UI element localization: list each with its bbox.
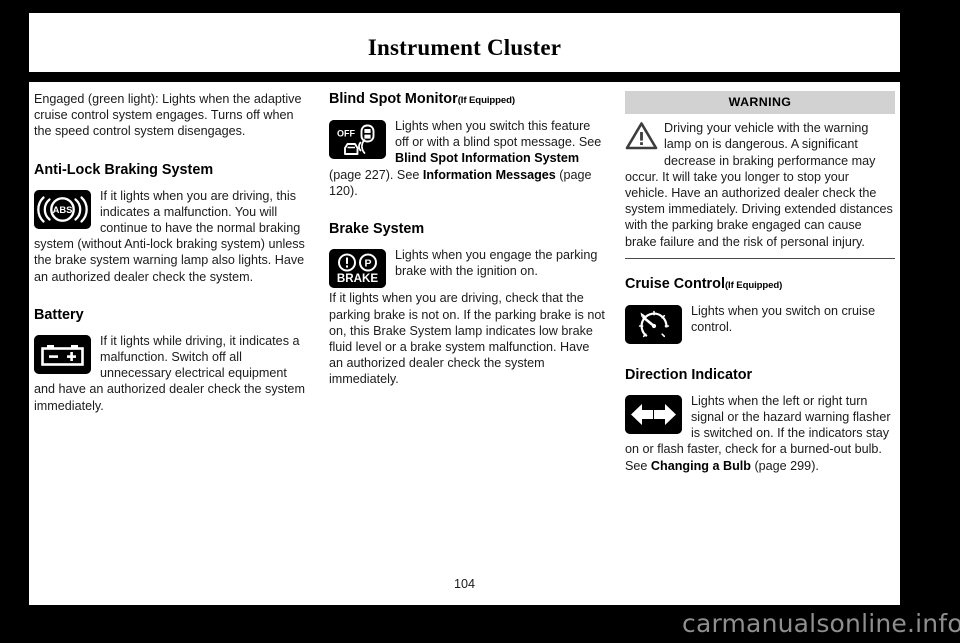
- page-number: 104: [453, 577, 475, 591]
- brake-system-warning-lamp-icon-svg: P BRAKE: [329, 249, 386, 289]
- warning-triangle-icon-svg: [625, 122, 658, 150]
- blind-spot-monitor-off-lamp-icon: OFF: [329, 120, 386, 159]
- heading-brake-system: Brake System: [329, 221, 425, 238]
- svg-text:OFF: OFF: [337, 129, 355, 139]
- direction-see-page: (page 299).: [750, 458, 819, 473]
- blind-spot-if-equipped-note: (If Equipped): [457, 95, 516, 106]
- blind-spot-text-1: Lights when you switch this feature off …: [395, 119, 591, 150]
- middle-column: Blind Spot Monitor(If Equipped) OFF Ligh…: [329, 91, 606, 388]
- heading-anti-lock-braking-system: Anti-Lock Braking System: [34, 161, 214, 178]
- right-column: WARNING Driving your vehicle with the wa…: [625, 91, 895, 474]
- direction-indicator-double-arrow-icon-svg: [625, 394, 682, 434]
- changing-a-bulb-link[interactable]: Changing a Bulb: [651, 459, 751, 473]
- header-divider-bar: [29, 72, 900, 82]
- adaptive-cruise-intro-text: Engaged (green light): Lights when the a…: [34, 92, 302, 139]
- battery-warning-lamp-icon: [34, 334, 91, 374]
- heading-blind-spot-monitor-label: Blind Spot Monitor: [329, 91, 458, 107]
- warning-box-title: WARNING: [625, 91, 895, 115]
- brake-system-warning-lamp-icon: P BRAKE: [329, 249, 386, 289]
- warning-box-text: Driving your vehicle with the warning la…: [625, 121, 893, 249]
- abs-warning-lamp-icon: ABS: [34, 189, 91, 229]
- heading-battery: Battery: [34, 306, 84, 323]
- direction-see-prefix: See: [625, 458, 651, 473]
- site-watermark: carmanualsonline.info: [682, 609, 960, 638]
- warning-box-body: Driving your vehicle with the warning la…: [625, 120, 895, 250]
- battery-warning-lamp-icon-svg: [34, 334, 91, 374]
- blind-spot-see-1-prefix: See: [578, 135, 602, 150]
- warning-box: WARNING Driving your vehicle with the wa…: [625, 91, 895, 259]
- blind-spot-see-1-page: (page 227).: [329, 167, 394, 182]
- svg-text:ABS: ABS: [53, 204, 73, 215]
- information-messages-link[interactable]: Information Messages: [423, 168, 556, 182]
- heading-blind-spot-monitor: Blind Spot Monitor(If Equipped): [329, 91, 606, 109]
- svg-text:P: P: [364, 258, 371, 270]
- warning-triangle-icon: [625, 121, 658, 155]
- heading-cruise-control-label: Cruise Control: [625, 275, 725, 292]
- blind-spot-see-2-prefix: See: [393, 167, 423, 182]
- heading-cruise-control: Cruise Control(If Equipped): [625, 276, 895, 294]
- brake-description-text-2: If it lights when you are driving, check…: [329, 291, 605, 387]
- screenshot-root: Instrument Cluster Engaged (green light)…: [0, 0, 960, 643]
- heading-direction-indicator: Direction Indicator: [625, 366, 753, 383]
- manual-page: Instrument Cluster Engaged (green light)…: [29, 13, 900, 605]
- direction-indicator-double-arrow-icon: [625, 394, 682, 434]
- left-column: Engaged (green light): Lights when the a…: [34, 91, 311, 414]
- page-title: Instrument Cluster: [367, 35, 562, 60]
- cruise-control-speedometer-icon-svg: [625, 304, 682, 344]
- abs-warning-lamp-icon-svg: ABS: [34, 189, 91, 229]
- blind-spot-information-system-link[interactable]: Blind Spot Information System: [395, 151, 579, 165]
- cruise-control-speedometer-icon: [625, 304, 682, 344]
- cruise-control-if-equipped-note: (If Equipped): [724, 279, 783, 291]
- svg-text:BRAKE: BRAKE: [337, 272, 378, 285]
- page-header: Instrument Cluster: [29, 13, 900, 72]
- blind-spot-monitor-off-lamp-icon-svg: OFF: [329, 120, 386, 159]
- content-columns: Engaged (green light): Lights when the a…: [29, 91, 900, 561]
